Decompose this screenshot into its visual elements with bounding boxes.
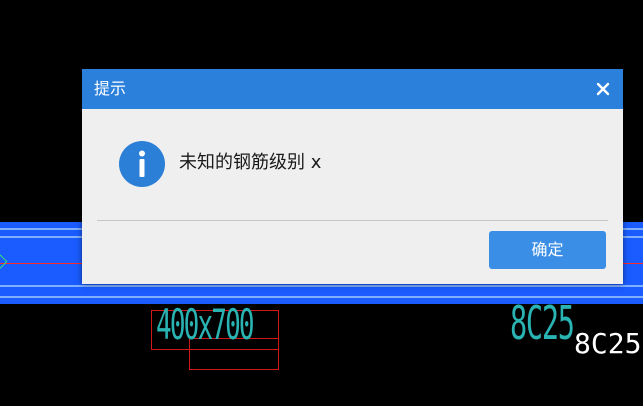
beam-edge-inner-bottom [0,285,643,287]
ok-button[interactable]: 确定 [489,231,606,269]
dialog-title: 提示 [94,79,127,98]
close-button[interactable] [591,77,615,101]
info-icon [119,141,165,187]
dialog-divider [97,220,608,221]
section-label[interactable]: 400x700 [156,304,255,346]
close-icon [596,82,610,96]
dialog-titlebar[interactable]: 提示 [82,69,623,109]
rebar-label-cyan[interactable]: 8C25 [510,300,575,346]
rebar-label-white[interactable]: 8C25 [574,330,641,358]
cad-canvas[interactable]: 400x700 8C25 8C25 提示 未知的钢筋级别 x 确定 [0,0,643,406]
dialog-message: 未知的钢筋级别 x [179,152,322,173]
alert-dialog: 提示 未知的钢筋级别 x 确定 [82,69,623,284]
